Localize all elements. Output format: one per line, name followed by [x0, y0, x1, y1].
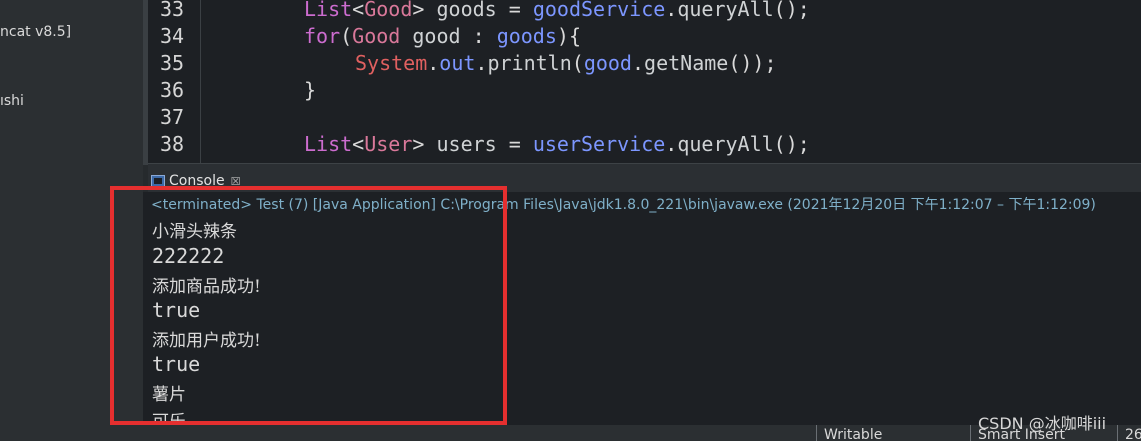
- code-token: users: [436, 132, 497, 156]
- console-output-line: 添加用户成功!: [152, 331, 261, 351]
- line-number: 36: [160, 78, 185, 102]
- code-editor[interactable]: 33 List<Good> goods = goodService.queryAl…: [148, 0, 1141, 163]
- code-token: =: [496, 0, 533, 21]
- code-token: out: [439, 51, 476, 75]
- line-number: 34: [160, 24, 185, 48]
- status-writable: Writable: [824, 427, 883, 441]
- status-separator: [1117, 425, 1118, 441]
- status-separator: [970, 425, 971, 441]
- code-token: queryAll: [677, 0, 774, 21]
- code-line[interactable]: 38 List<User> users = userService.queryAl…: [148, 131, 1141, 158]
- status-separator: [816, 425, 817, 441]
- console-icon: [151, 174, 165, 188]
- code-token: >: [412, 132, 437, 156]
- code-token: ();: [773, 132, 810, 156]
- line-number: 35: [160, 51, 185, 75]
- code-token: .: [427, 51, 440, 75]
- code-text: for(Good good : goods){: [304, 23, 581, 50]
- close-icon[interactable]: ☒: [231, 175, 241, 188]
- console-tab-bar: Console ☒: [148, 163, 1141, 193]
- code-token: for: [304, 24, 341, 48]
- code-token: good: [412, 24, 461, 48]
- code-token: getName: [644, 51, 729, 75]
- code-text: }: [304, 77, 316, 104]
- code-token: userService: [532, 132, 666, 156]
- code-token: (: [340, 24, 353, 48]
- code-token: queryAll: [677, 132, 774, 156]
- console-output-line: 小滑头辣条: [152, 222, 237, 242]
- code-token: goods: [436, 0, 497, 21]
- code-token: Good: [364, 0, 413, 21]
- code-text: List<Good> goods = goodService.queryAll(…: [304, 0, 810, 23]
- code-token: >: [412, 0, 437, 21]
- code-line[interactable]: 33 List<Good> goods = goodService.queryAl…: [148, 0, 1141, 23]
- code-line[interactable]: 34 for(Good good : goods){: [148, 23, 1141, 50]
- code-token: ();: [773, 0, 810, 21]
- code-line[interactable]: 36}: [148, 77, 1141, 104]
- console-output-line: true: [152, 298, 201, 322]
- code-token: <: [352, 0, 365, 21]
- line-number: 33: [160, 0, 185, 21]
- code-token: goods: [496, 24, 557, 48]
- code-token: .: [665, 0, 678, 21]
- code-token: }: [304, 78, 317, 102]
- code-text: List<User> users = userService.queryAll(…: [304, 131, 810, 158]
- tree-item-project[interactable]: ıshi: [0, 93, 24, 109]
- code-token: .: [665, 132, 678, 156]
- watermark: CSDN @冰咖啡iii: [978, 414, 1107, 433]
- code-token: :: [460, 24, 497, 48]
- code-token: ());: [728, 51, 777, 75]
- code-token: .: [475, 51, 488, 75]
- code-token: println: [487, 51, 572, 75]
- code-line[interactable]: 35 System.out.println(good.getName());: [148, 50, 1141, 77]
- code-token: <: [352, 132, 365, 156]
- code-token: .: [631, 51, 645, 75]
- code-token: =: [496, 132, 533, 156]
- code-token: List: [304, 0, 353, 21]
- console-output-line: 薯片: [152, 385, 186, 405]
- console-output[interactable]: <terminated> Test (7) [Java Application]…: [143, 192, 1141, 441]
- code-token: (: [571, 51, 584, 75]
- tree-item-server[interactable]: ncat v8.5]: [0, 24, 71, 40]
- project-explorer-panel: ncat v8.5] ıshi: [0, 0, 143, 441]
- console-output-line: 添加商品成功!: [152, 277, 261, 297]
- code-token: Good: [352, 24, 401, 48]
- code-line[interactable]: 37: [148, 104, 1141, 131]
- code-text: System.out.println(good.getName());: [355, 50, 777, 77]
- tab-console[interactable]: Console ☒: [151, 170, 240, 192]
- line-number: 38: [160, 132, 185, 156]
- code-token: good: [583, 51, 632, 75]
- console-output-line: true: [152, 352, 201, 376]
- code-token: ){: [556, 24, 581, 48]
- code-token: System: [355, 51, 428, 75]
- status-position: 26: [1125, 427, 1141, 441]
- line-number: 37: [160, 105, 185, 129]
- code-token: User: [364, 132, 413, 156]
- terminated-status-line: <terminated> Test (7) [Java Application]…: [151, 197, 1096, 213]
- console-tab-label: Console: [169, 173, 225, 189]
- console-output-line: 222222: [152, 244, 225, 268]
- code-token: goodService: [532, 0, 666, 21]
- code-token: List: [304, 132, 353, 156]
